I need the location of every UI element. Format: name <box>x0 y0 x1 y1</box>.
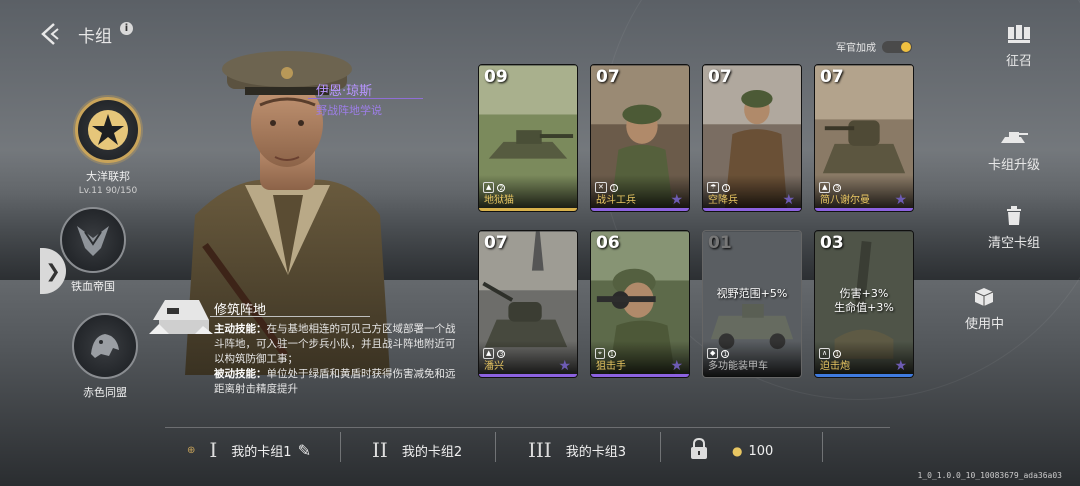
card-cost: 03 <box>820 233 844 253</box>
card-name: 潘兴 <box>484 361 504 372</box>
card-pershing[interactable]: 07 ▲ 3 潘兴 ★ <box>478 230 578 378</box>
deck-upgrade-button[interactable]: 卡组升级 <box>988 128 1040 173</box>
card-cost: 09 <box>484 67 508 87</box>
selected-marker-icon: ⊕ <box>187 444 196 456</box>
card-easy-eight-sherman[interactable]: 07 ▲ 3 简八谢尔曼 ★ <box>814 64 914 212</box>
card-utility-armored-car[interactable]: 01 视野范围+5% ◆ 1 多功能装甲车 <box>702 230 802 378</box>
card-cost: 06 <box>596 233 620 253</box>
officer-bonus-label: 军官加成 <box>836 43 876 54</box>
card-cost: 07 <box>484 233 508 253</box>
faction-ocean-federation[interactable]: 大洋联邦 Lv.11 90/150 <box>63 97 153 196</box>
lock-icon <box>690 437 708 464</box>
back-icon[interactable] <box>36 20 64 48</box>
tab-numeral: II <box>372 438 388 462</box>
in-use-button[interactable]: 使用中 <box>965 287 1004 332</box>
eagle-icon <box>60 207 126 273</box>
commander-name: 伊恩·琼斯 <box>316 84 373 99</box>
version-label: 1_0_1.0.0_10_10083679_ada36a03 <box>917 471 1063 480</box>
currency-amount: 100 <box>748 443 774 459</box>
rank-star-icon: ★ <box>670 192 683 208</box>
recruit-button[interactable]: 征召 <box>1006 24 1032 69</box>
tab-deck-2[interactable]: II 我的卡组2 <box>372 438 462 462</box>
card-name: 多功能装甲车 <box>708 361 768 372</box>
skill-divider <box>210 316 370 317</box>
card-name: 迫击炮 <box>820 361 850 372</box>
active-skill-label: 主动技能： <box>214 323 267 335</box>
fortification-icon <box>149 300 213 334</box>
top-bar: 卡组 i <box>36 20 133 48</box>
card-name: 简八谢尔曼 <box>820 195 870 206</box>
faction-iron-empire[interactable]: 铁血帝国 <box>48 207 138 294</box>
card-buff: 伤害+3% 生命值+3% <box>834 287 894 314</box>
box-icon <box>974 287 994 311</box>
upgrade-icon <box>999 128 1029 152</box>
edit-icon[interactable]: ✎ <box>298 441 311 460</box>
info-icon[interactable]: i <box>120 21 133 35</box>
clear-deck-button[interactable]: 清空卡组 <box>988 206 1040 251</box>
rank-star-icon: ★ <box>894 192 907 208</box>
card-name: 狙击手 <box>596 361 626 372</box>
deck-tabs: ⊕ I 我的卡组1 ✎ II 我的卡组2 III 我的卡组3 ● 100 <box>165 427 890 467</box>
tab-label: 我的卡组3 <box>565 444 626 460</box>
clear-deck-label: 清空卡组 <box>987 236 1040 251</box>
officer-bonus-toggle[interactable] <box>882 40 912 53</box>
card-name: 战斗工兵 <box>596 195 636 206</box>
locked-deck-slot[interactable]: ● 100 <box>690 437 774 464</box>
faction-name: 铁血帝国 <box>71 280 115 293</box>
tab-label: 我的卡组1 <box>231 444 292 460</box>
faction-level: Lv.11 90/150 <box>78 186 138 196</box>
commander-divider <box>308 98 423 99</box>
recruit-label: 征召 <box>1005 54 1032 69</box>
tab-deck-1[interactable]: ⊕ I 我的卡组1 ✎ <box>187 438 311 462</box>
tab-label: 我的卡组2 <box>401 444 463 460</box>
rank-star-icon: ★ <box>558 358 571 374</box>
card-cost: 01 <box>708 233 732 253</box>
card-hellcat[interactable]: 09 ▲ 2 地狱猫 <box>478 64 578 212</box>
deck-upgrade-label: 卡组升级 <box>987 158 1040 173</box>
card-name: 地狱猫 <box>484 195 514 206</box>
coin-icon: ● <box>732 444 743 458</box>
tab-deck-3[interactable]: III 我的卡组3 <box>528 438 626 462</box>
rank-star-icon: ★ <box>670 358 683 374</box>
passive-skill-label: 被动技能： <box>214 368 267 380</box>
faction-name: 大洋联邦 <box>86 170 130 183</box>
bear-icon <box>72 313 138 379</box>
faction-red-alliance[interactable]: 赤色同盟 <box>60 313 150 400</box>
card-combat-engineer[interactable]: 07 ✕ 1 战斗工兵 ★ <box>590 64 690 212</box>
card-sniper[interactable]: 06 ⌖ 1 狙击手 ★ <box>590 230 690 378</box>
card-cost: 07 <box>820 67 844 87</box>
card-paratrooper[interactable]: 07 ☂ 1 空降兵 ★ <box>702 64 802 212</box>
card-cost: 07 <box>596 67 620 87</box>
eagle-star-icon <box>75 97 141 163</box>
officer-bonus: 军官加成 <box>836 39 912 54</box>
skill-description: 主动技能：在与基地相连的可见己方区域部署一个战斗阵地，可入驻一个步兵小队，并且战… <box>214 322 464 397</box>
tab-numeral: III <box>528 438 552 462</box>
page-title: 卡组 <box>78 26 112 47</box>
trash-icon <box>1005 206 1023 230</box>
card-name: 空降兵 <box>708 195 738 206</box>
tab-numeral: I <box>209 438 218 462</box>
commander-doctrine: 野战阵地学说 <box>316 104 382 117</box>
card-mortar[interactable]: 03 伤害+3% 生命值+3% ∧ 1 迫击炮 ★ <box>814 230 914 378</box>
card-cost: 07 <box>708 67 732 87</box>
faction-name: 赤色同盟 <box>83 386 127 399</box>
card-buff: 视野范围+5% <box>716 287 788 300</box>
rank-star-icon: ★ <box>894 358 907 374</box>
rank-star-icon: ★ <box>782 192 795 208</box>
recruit-icon <box>1006 24 1032 48</box>
in-use-label: 使用中 <box>964 317 1004 332</box>
